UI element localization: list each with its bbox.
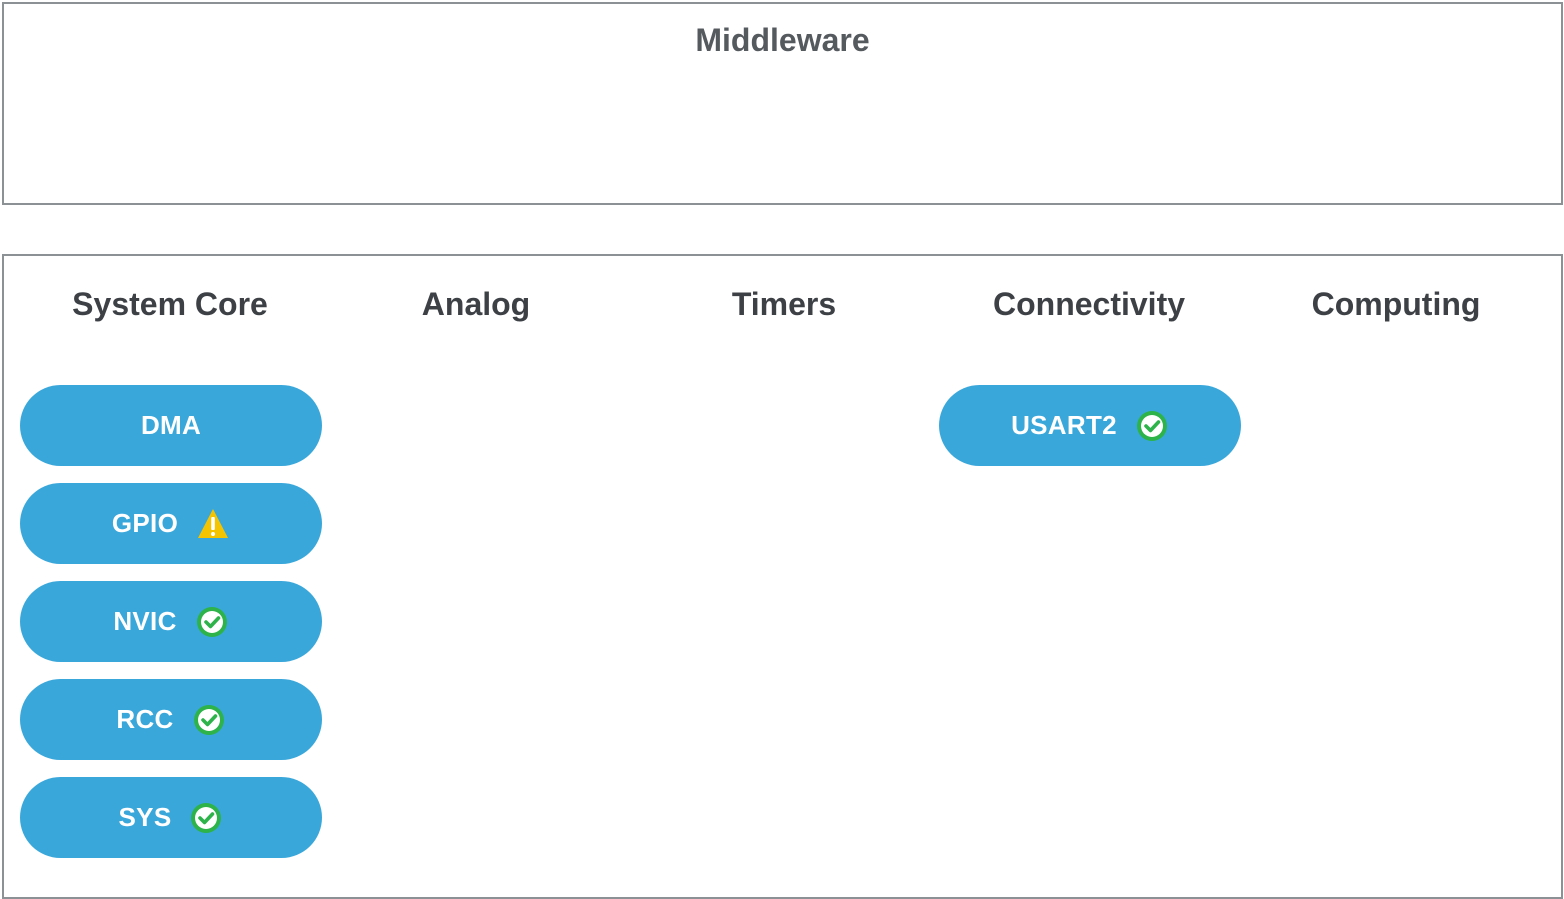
middleware-panel: Middleware [2, 2, 1563, 205]
dma-button[interactable]: DMA [20, 385, 322, 466]
nvic-button[interactable]: NVIC [20, 581, 322, 662]
check-circle-icon [191, 802, 222, 833]
category-title-analog: Analog [421, 286, 531, 322]
category-title-system-core: System Core [72, 286, 268, 322]
category-title-timers: Timers [731, 286, 837, 322]
nvic-label: NVIC [113, 606, 177, 636]
sys-label: SYS [118, 802, 172, 832]
dma-label: DMA [140, 410, 202, 440]
rcc-label: RCC [116, 704, 174, 734]
sys-button[interactable]: SYS [20, 777, 322, 858]
check-circle-icon [196, 606, 227, 637]
categories-panel: System Core Analog Timers Connectivity C… [2, 254, 1563, 899]
usart2-label: USART2 [1011, 410, 1117, 440]
check-circle-icon [1136, 410, 1167, 441]
gpio-label: GPIO [111, 508, 179, 538]
rcc-button[interactable]: RCC [20, 679, 322, 760]
check-circle-icon [193, 704, 224, 735]
middleware-title: Middleware [695, 22, 870, 58]
category-title-connectivity: Connectivity [992, 286, 1186, 322]
usart2-button[interactable]: USART2 [939, 385, 1241, 466]
gpio-button[interactable]: GPIO [20, 483, 322, 564]
category-title-computing: Computing [1311, 286, 1481, 322]
warning-triangle-icon [198, 508, 229, 538]
